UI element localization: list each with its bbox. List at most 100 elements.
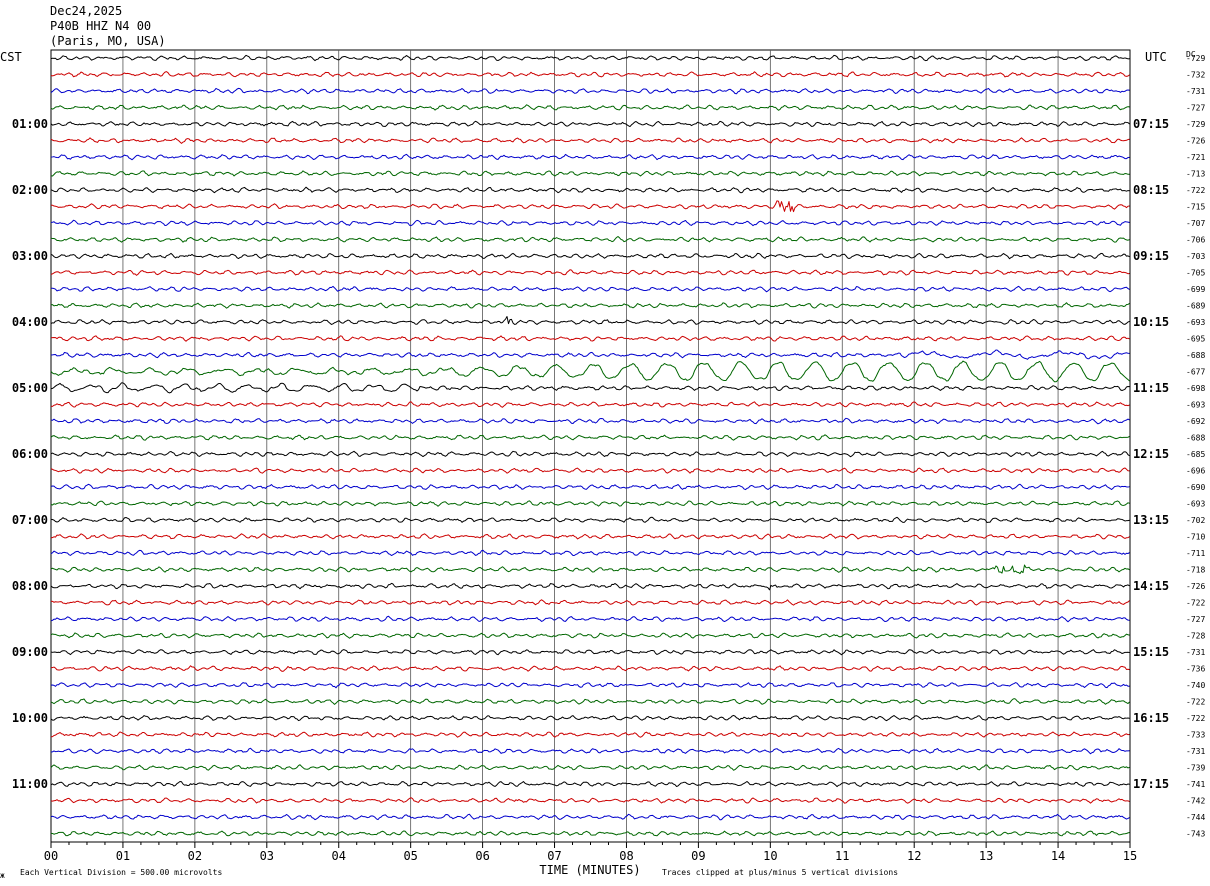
- utc-hour-label: 11:15: [1133, 381, 1169, 395]
- dc-offset-label: -693: [1186, 318, 1205, 327]
- left-axis-title: CST: [0, 50, 22, 64]
- dc-offset-label: -692: [1186, 417, 1205, 426]
- seismic-trace: [50, 682, 1130, 689]
- dc-offset-label: -731: [1186, 87, 1205, 96]
- x-tick-label: 03: [260, 849, 274, 863]
- seismic-trace: [50, 120, 1130, 128]
- dc-offset-label: -711: [1186, 549, 1205, 558]
- dc-offset-label: -727: [1186, 104, 1205, 113]
- cst-hour-label: 05:00: [12, 381, 48, 395]
- plot-frame: [50, 49, 1131, 843]
- seismic-trace: [50, 360, 1130, 383]
- seismic-trace: [50, 764, 1130, 771]
- cst-hour-label: 04:00: [12, 315, 48, 329]
- dc-offset-label: -707: [1186, 219, 1205, 228]
- dc-offset-label: -728: [1186, 632, 1205, 641]
- dc-offset-label: -731: [1186, 648, 1205, 657]
- x-tick-label: 02: [188, 849, 202, 863]
- seismic-trace: [50, 582, 1130, 591]
- seismic-trace: [50, 170, 1130, 177]
- right-axis-title: UTC: [1145, 50, 1167, 64]
- x-tick-label: 05: [403, 849, 417, 863]
- utc-hour-label: 16:15: [1133, 711, 1169, 725]
- utc-hour-label: 09:15: [1133, 249, 1169, 263]
- dc-offset-label: -726: [1186, 582, 1205, 591]
- dc-offset-label: -740: [1186, 681, 1205, 690]
- seismic-trace: [50, 87, 1130, 95]
- seismic-trace: [50, 698, 1130, 705]
- utc-hour-label: 07:15: [1133, 117, 1169, 131]
- seismogram-page: Dec24,2025 P40B HHZ N4 00 (Paris, MO, US…: [0, 0, 1210, 886]
- dc-offset-label: -727: [1186, 615, 1205, 624]
- seismic-trace: [50, 830, 1130, 837]
- utc-hour-label: 17:15: [1133, 777, 1169, 791]
- seismic-trace: [50, 153, 1130, 161]
- seismic-trace: [50, 747, 1130, 755]
- seismic-trace: [50, 564, 1130, 575]
- dc-offset-label: -736: [1186, 665, 1205, 674]
- x-tick-label: 10: [763, 849, 777, 863]
- seismic-trace: [50, 302, 1130, 309]
- seismic-trace: [50, 434, 1130, 441]
- seismic-trace: [50, 285, 1130, 293]
- cst-hour-label: 09:00: [12, 645, 48, 659]
- dc-offset-label: -693: [1186, 401, 1205, 410]
- dc-offset-label: -722: [1186, 698, 1205, 707]
- dc-offset-label: -733: [1186, 731, 1205, 740]
- cst-hour-label: 07:00: [12, 513, 48, 527]
- dc-offset-label: -722: [1186, 599, 1205, 608]
- seismic-trace: [50, 500, 1130, 507]
- utc-hour-label: 08:15: [1133, 183, 1169, 197]
- dc-offset-label: -715: [1186, 203, 1205, 212]
- seismic-trace: [50, 615, 1130, 623]
- seismic-trace: [50, 349, 1130, 360]
- cst-hour-label: 02:00: [12, 183, 48, 197]
- dc-offset-label: -689: [1186, 302, 1205, 311]
- dc-offset-label: -742: [1186, 797, 1205, 806]
- seismic-trace: [50, 467, 1130, 474]
- seismic-trace: [50, 649, 1130, 656]
- dc-offset-label: -722: [1186, 714, 1205, 723]
- seismic-trace: [50, 516, 1130, 523]
- dc-offset-label: -741: [1186, 780, 1205, 789]
- x-tick-label: 07: [547, 849, 561, 863]
- seismic-trace: [50, 401, 1130, 408]
- seismic-trace: [50, 200, 1130, 213]
- seismic-trace: [50, 335, 1130, 342]
- seismic-trace: [50, 417, 1130, 425]
- dc-offset-label: -688: [1186, 434, 1205, 443]
- x-tick-label: 14: [1051, 849, 1065, 863]
- dc-offset-label: -729: [1186, 54, 1205, 63]
- utc-hour-label: 14:15: [1133, 579, 1169, 593]
- seismic-trace: [50, 549, 1130, 557]
- dc-offset-label: -703: [1186, 252, 1205, 261]
- dc-offset-label: -722: [1186, 186, 1205, 195]
- seismic-trace: [50, 382, 1130, 394]
- utc-hour-label: 15:15: [1133, 645, 1169, 659]
- seismic-trace: [50, 533, 1130, 540]
- corner-mark: ж: [0, 871, 5, 880]
- seismic-trace: [50, 252, 1130, 260]
- dc-offset-label: -718: [1186, 566, 1205, 575]
- x-tick-label: 12: [907, 849, 921, 863]
- dc-offset-label: -721: [1186, 153, 1205, 162]
- seismic-trace: [50, 316, 1130, 325]
- seismic-trace: [50, 137, 1130, 144]
- dc-offset-label: -685: [1186, 450, 1205, 459]
- seismic-trace: [50, 236, 1130, 243]
- dc-offset-label: -729: [1186, 120, 1205, 129]
- seismic-trace: [50, 54, 1130, 62]
- seismogram-plot: 00 01 02 03 04 05 06 07 08 09 10 11 12 13 14 15CST UTC DC…: [0, 49, 1205, 880]
- x-tick-label: 06: [475, 849, 489, 863]
- dc-offset-label: -695: [1186, 335, 1205, 344]
- cst-hour-label: 06:00: [12, 447, 48, 461]
- dc-offset-label: -744: [1186, 813, 1205, 822]
- dc-offset-label: -699: [1186, 285, 1205, 294]
- dc-offset-label: -705: [1186, 269, 1205, 278]
- dc-offset-label: -739: [1186, 764, 1205, 773]
- x-tick-label: 01: [116, 849, 130, 863]
- dc-offset-label: -710: [1186, 533, 1205, 542]
- dc-offset-label: -743: [1186, 830, 1205, 839]
- x-tick-label: 15: [1123, 849, 1137, 863]
- dc-offset-label: -706: [1186, 236, 1205, 245]
